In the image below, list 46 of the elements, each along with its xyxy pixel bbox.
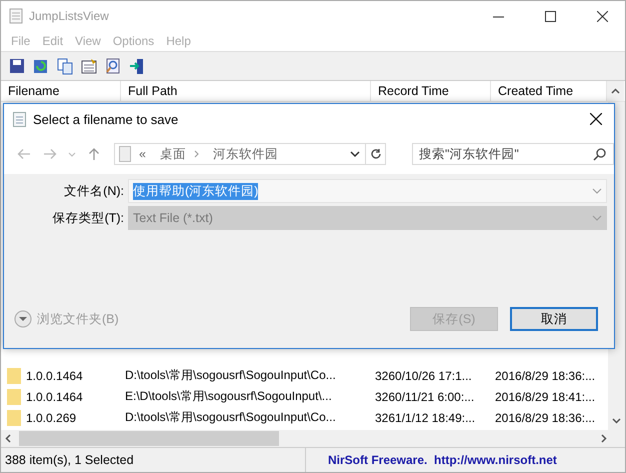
refresh-button[interactable] [366, 143, 386, 165]
field-label: 文件名(N): [63, 182, 125, 200]
maximize-icon[interactable] [544, 10, 556, 22]
report-icon[interactable] [79, 56, 99, 76]
scroll-right-icon[interactable] [601, 434, 607, 443]
table-cell-text: 3261/1/12 18:49:... [374, 410, 476, 424]
folder-icon [7, 368, 21, 384]
table-cell-text: 3260/11/21 6:00:... [374, 390, 476, 404]
breadcrumb[interactable]: 桌面 [160, 146, 186, 162]
table-cell-text: E:\D\tools\常用\sogousrf\SogouInput\... [124, 388, 333, 405]
scroll-down-icon[interactable] [612, 418, 621, 424]
folder-icon [7, 410, 21, 426]
close-icon[interactable] [596, 10, 608, 22]
search-field[interactable]: 搜索"河东软件园" [412, 143, 614, 165]
app-icon [9, 8, 23, 24]
status-link[interactable]: NirSoft Freeware. http://www.nirsoft.net [306, 453, 557, 467]
filename-field[interactable]: 使用帮助(河东软件园) [128, 179, 607, 203]
scroll-up-icon[interactable] [607, 81, 624, 101]
copy-icon[interactable] [55, 56, 75, 76]
folder-icon [119, 146, 131, 162]
breadcrumb[interactable]: 河东软件园 [212, 146, 278, 162]
table-cell: 1.0.0.1464 [26, 368, 83, 382]
dropdown-icon[interactable] [350, 150, 360, 158]
table-cell-text: 3260/10/26 17:1... [374, 368, 473, 382]
search-icon [593, 148, 606, 161]
dialog-title: Select a filename to save [33, 112, 180, 126]
folder-icon [7, 388, 21, 404]
chevron-icon [194, 150, 199, 158]
cancel-button[interactable]: 取消 [510, 307, 598, 331]
status-text: 388 item(s), 1 Selected [1, 448, 306, 472]
scrollbar-thumb[interactable] [19, 431, 279, 446]
table-cell-text: D:\tools\常用\sogousrf\SogouInput\Co... [124, 367, 337, 384]
table-cell: 1.0.0.269 [26, 410, 76, 424]
table-cell: 1.0.0.1464 [26, 390, 83, 404]
window-title: JumpListsView [29, 9, 110, 23]
table-cell-text: D:\tools\常用\sogousrf\SogouInput\Co... [124, 409, 337, 426]
table-cell-text: 2016/8/29 18:41:... [494, 390, 596, 404]
table-cell-text: 2016/8/29 18:36:... [494, 410, 596, 424]
breadcrumb[interactable]: « [139, 147, 146, 161]
field-label: 保存类型(T): [52, 210, 125, 226]
table-cell-text: 2016/8/29 18:36:... [494, 368, 596, 382]
scroll-left-icon[interactable] [5, 434, 11, 443]
refresh-icon [370, 148, 382, 160]
document-icon [13, 112, 26, 126]
address-bar[interactable]: « 桌面 河东软件园 [114, 143, 366, 165]
save-icon[interactable] [7, 56, 27, 76]
